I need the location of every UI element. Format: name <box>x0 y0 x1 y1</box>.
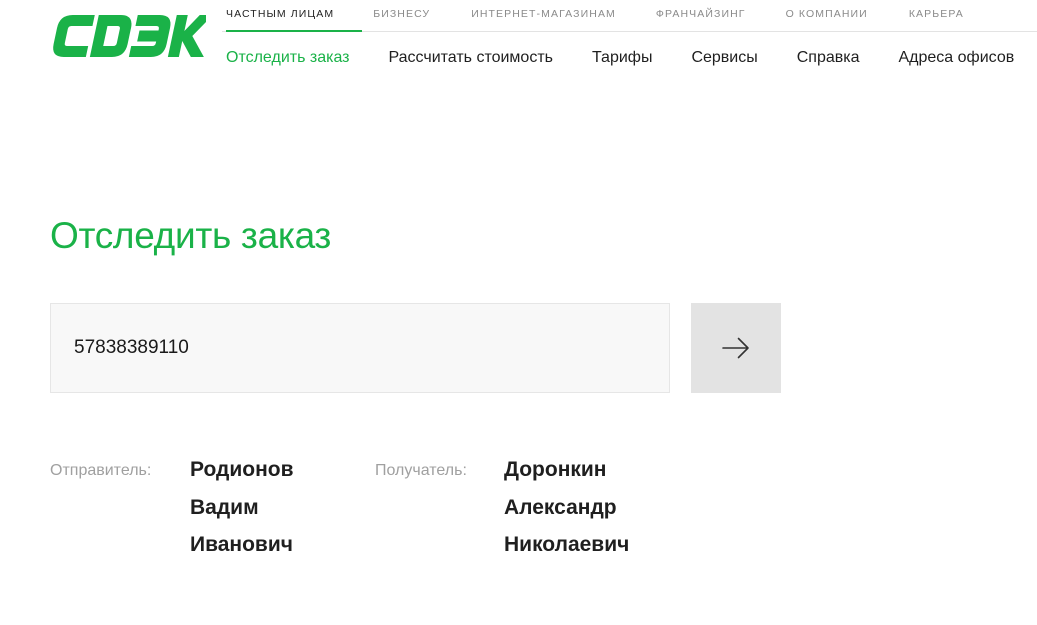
recipient-label: Получатель: <box>375 462 467 479</box>
recipient-last-name: Доронкин <box>504 458 607 481</box>
segment-business[interactable]: БИЗНЕСУ <box>373 0 430 31</box>
segment-private-persons[interactable]: ЧАСТНЫМ ЛИЦАМ <box>226 0 363 32</box>
track-submit-button[interactable] <box>691 303 781 393</box>
nav-item-tariffs[interactable]: Тарифы <box>592 46 652 70</box>
sender-first-name: Вадим <box>190 495 259 519</box>
segment-franchising[interactable]: ФРАНЧАЙЗИНГ <box>656 0 746 31</box>
nav-item-office-addresses[interactable]: Адреса офисов <box>899 46 1015 70</box>
nav-item-track-order[interactable]: Отследить заказ <box>226 46 350 70</box>
recipient-first-name: Александр <box>504 495 617 519</box>
audience-segment-nav: ЧАСТНЫМ ЛИЦАМ БИЗНЕСУ ИНТЕРНЕТ-МАГАЗИНАМ… <box>222 0 1037 32</box>
recipient-name: Доронкин Александр Николаевич <box>504 451 629 564</box>
sender-label: Отправитель: <box>50 462 152 479</box>
segment-online-stores[interactable]: ИНТЕРНЕТ-МАГАЗИНАМ <box>471 0 616 31</box>
nav-item-services[interactable]: Сервисы <box>691 46 757 70</box>
cdek-logo-mark <box>53 15 206 57</box>
nav-item-calculate-cost[interactable]: Рассчитать стоимость <box>389 46 553 70</box>
page-title: Отследить заказ <box>50 215 332 256</box>
cdek-logo[interactable] <box>50 14 206 58</box>
segment-about-company[interactable]: О КОМПАНИИ <box>786 0 868 31</box>
order-number-input[interactable] <box>50 303 670 393</box>
recipient-patronymic: Николаевич <box>504 533 630 556</box>
sender-name: Родионов Вадим Иванович <box>190 451 294 564</box>
nav-item-help[interactable]: Справка <box>797 46 860 70</box>
main-nav: Отследить заказ Рассчитать стоимость Тар… <box>226 46 1014 70</box>
segment-careers[interactable]: КАРЬЕРА <box>909 0 964 31</box>
page: ЧАСТНЫМ ЛИЦАМ БИЗНЕСУ ИНТЕРНЕТ-МАГАЗИНАМ… <box>0 0 1037 625</box>
sender-patronymic: Иванович <box>190 533 293 556</box>
sender-last-name: Родионов <box>190 458 294 481</box>
arrow-right-icon <box>722 337 749 359</box>
